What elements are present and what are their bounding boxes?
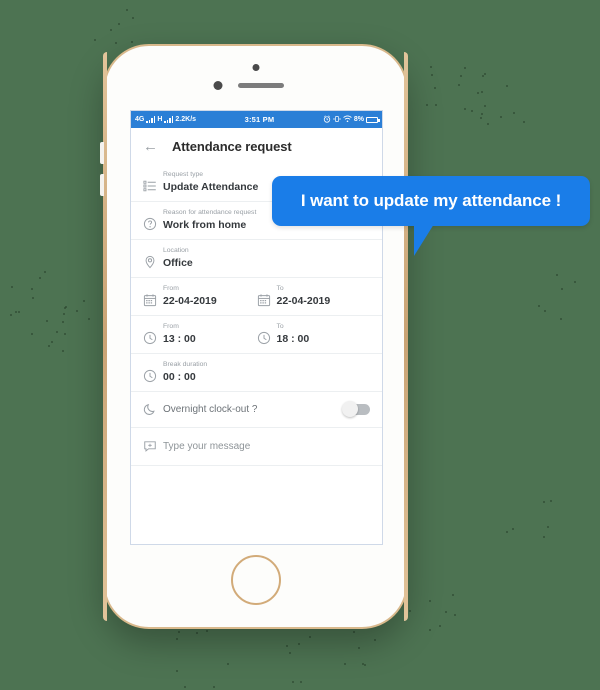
- network-type-label: 4G: [135, 116, 144, 123]
- calendar-icon: [257, 293, 271, 307]
- volume-down-button[interactable]: [100, 174, 104, 196]
- clock-icon: [257, 331, 271, 345]
- status-bar-clock: 3:51 PM: [245, 115, 275, 124]
- network-speed-label: 2.2K/s: [175, 116, 196, 123]
- field-value: Work from home: [163, 219, 256, 232]
- speech-bubble-text: I want to update my attendance !: [301, 191, 561, 211]
- hspa-signal-icon: [164, 116, 173, 123]
- message-placeholder[interactable]: Type your message: [163, 441, 250, 452]
- speech-bubble: I want to update my attendance !: [272, 176, 590, 226]
- proximity-sensor: [213, 81, 222, 90]
- battery-percent-label: 8%: [354, 116, 364, 123]
- volume-up-button[interactable]: [100, 142, 104, 164]
- field-value: 22-04-2019: [277, 295, 331, 308]
- clock-icon: [143, 331, 157, 345]
- signal-bars-icon: [146, 116, 155, 123]
- field-time-range: From 13 : 00 To 18 : 00: [131, 316, 382, 354]
- field-value: Office: [163, 257, 193, 270]
- field-message[interactable]: Type your message: [131, 428, 382, 466]
- field-value: 13 : 00: [163, 333, 196, 346]
- field-location[interactable]: Location Office: [131, 240, 382, 278]
- question-circle-icon: [143, 217, 157, 231]
- status-bar-right: 8%: [323, 115, 378, 125]
- field-date-from[interactable]: From 22-04-2019: [143, 285, 257, 308]
- wifi-icon: [343, 115, 352, 125]
- back-arrow-icon[interactable]: ←: [143, 139, 158, 154]
- status-bar: 4G H 2.2K/s 3:51 PM 8%: [131, 111, 382, 128]
- status-bar-left: 4G H 2.2K/s: [135, 116, 196, 123]
- field-label: To: [277, 285, 331, 294]
- field-value: Update Attendance: [163, 181, 258, 194]
- phone-mockup: 4G H 2.2K/s 3:51 PM 8% ← Attendance requ…: [103, 44, 408, 629]
- field-value: 18 : 00: [277, 333, 310, 346]
- front-camera-icon: [252, 64, 259, 71]
- field-label: Reason for attendance request: [163, 209, 256, 218]
- field-value: 22-04-2019: [163, 295, 217, 308]
- field-label: From: [163, 323, 196, 332]
- vibrate-icon: [333, 115, 341, 125]
- calendar-icon: [143, 293, 157, 307]
- field-label: Break duration: [163, 361, 207, 370]
- field-overnight-clockout[interactable]: Overnight clock-out ?: [131, 392, 382, 428]
- field-label: Location: [163, 247, 193, 256]
- field-label: Request type: [163, 171, 258, 180]
- overnight-label: Overnight clock-out ?: [163, 404, 344, 415]
- chat-bubble-icon: [143, 439, 157, 453]
- home-button[interactable]: [231, 555, 281, 605]
- toggle-knob: [342, 401, 358, 417]
- app-bar: ← Attendance request: [131, 128, 382, 164]
- earpiece-speaker: [238, 83, 284, 88]
- field-label: From: [163, 285, 217, 294]
- phone-frame-right-edge: [404, 52, 408, 621]
- field-date-to[interactable]: To 22-04-2019: [257, 285, 371, 308]
- field-date-range: From 22-04-2019 To 22-04-2019: [131, 278, 382, 316]
- speech-bubble-tail: [414, 224, 434, 256]
- battery-icon: [366, 117, 378, 123]
- hspa-label: H: [157, 116, 162, 123]
- field-break-duration[interactable]: Break duration 00 : 00: [131, 354, 382, 392]
- field-value: 00 : 00: [163, 371, 207, 384]
- field-time-from[interactable]: From 13 : 00: [143, 323, 257, 346]
- overnight-toggle[interactable]: [344, 404, 370, 415]
- field-label: To: [277, 323, 310, 332]
- moon-icon: [143, 402, 157, 416]
- list-icon: [143, 179, 157, 193]
- map-pin-icon: [143, 255, 157, 269]
- clock-icon: [143, 369, 157, 383]
- field-time-to[interactable]: To 18 : 00: [257, 323, 371, 346]
- page-title: Attendance request: [172, 139, 292, 154]
- alarm-clock-icon: [323, 115, 331, 125]
- phone-frame-left-edge: [103, 52, 107, 621]
